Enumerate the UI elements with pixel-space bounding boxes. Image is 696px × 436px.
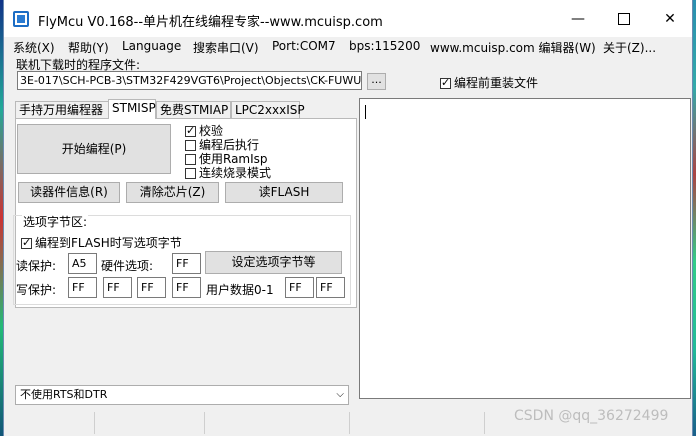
write-option-label: 编程到FLASH时写选项字节 xyxy=(35,236,182,250)
menu-port[interactable]: Port:COM7 xyxy=(272,39,336,53)
menu-system[interactable]: 系统(X) xyxy=(13,39,55,56)
window-title: FlyMcu V0.168--单片机在线编程专家--www.mcuisp.com xyxy=(38,15,383,30)
checkbox-icon xyxy=(185,168,196,179)
menu-bar: 系统(X) 帮助(Y) Language 搜索串口(V) Port:COM7 b… xyxy=(4,37,692,57)
write-protect-field[interactable]: FF xyxy=(137,277,166,298)
maximize-button[interactable] xyxy=(601,6,647,32)
read-device-info-button[interactable]: 读器件信息(R) xyxy=(18,182,120,203)
hw-option-label: 硬件选项: xyxy=(101,259,154,273)
write-protect-field[interactable]: FF xyxy=(68,277,97,298)
file-path-field[interactable]: 3E-017\SCH-PCB-3\STM32F429VGT6\Project\O… xyxy=(17,71,362,90)
flymcu-window: FlyMcu V0.168--单片机在线编程专家--www.mcuisp.com… xyxy=(3,0,693,436)
write-protect-label: 写保护: xyxy=(16,283,57,297)
menu-help[interactable]: 帮助(Y) xyxy=(68,39,109,56)
user-data-field[interactable]: FF xyxy=(316,277,345,298)
menu-language[interactable]: Language xyxy=(122,39,181,53)
user-data-label: 用户数据0-1 xyxy=(206,283,274,297)
read-protect-field[interactable]: A5 xyxy=(68,253,97,274)
erase-chip-button[interactable]: 清除芯片(Z) xyxy=(126,182,219,203)
rts-dtr-value: 不使用RTS和DTR xyxy=(20,388,108,401)
option-label: 连续烧录模式 xyxy=(199,166,272,180)
watermark: CSDN @qq_36272499 xyxy=(514,408,669,424)
browse-button[interactable]: ... xyxy=(367,73,386,90)
reload-label: 编程前重装文件 xyxy=(454,76,539,90)
write-option-bytes-checkbox[interactable]: 编程到FLASH时写选项字节 xyxy=(21,234,182,251)
minimize-button[interactable]: — xyxy=(555,6,601,32)
tab-handheld-programmer[interactable]: 手持万用编程器 xyxy=(15,101,109,118)
maximize-icon xyxy=(618,13,630,25)
chevron-down-icon: ⌵ xyxy=(336,389,344,400)
option-continuous-burn[interactable]: 连续烧录模式 xyxy=(185,164,271,181)
menu-bps[interactable]: bps:115200 xyxy=(349,39,420,53)
tab-stmisp[interactable]: STMISP xyxy=(108,99,156,119)
checkbox-icon xyxy=(440,76,451,90)
read-protect-label: 读保护: xyxy=(16,259,57,273)
status-separator xyxy=(484,412,485,434)
text-caret xyxy=(365,105,366,119)
menu-search-port[interactable]: 搜索串口(V) xyxy=(193,39,259,56)
title-bar: FlyMcu V0.168--单片机在线编程专家--www.mcuisp.com… xyxy=(4,0,692,38)
close-button[interactable]: ✕ xyxy=(647,6,693,32)
hw-option-field[interactable]: FF xyxy=(172,253,201,274)
menu-editor[interactable]: www.mcuisp.com 编辑器(W) xyxy=(430,39,596,56)
app-icon xyxy=(13,11,29,27)
option-bytes-title: 选项字节区: xyxy=(22,213,89,230)
tab-lpc2xxxisp[interactable]: LPC2xxxISP xyxy=(231,101,305,118)
menu-about[interactable]: 关于(Z)... xyxy=(603,39,656,56)
read-flash-button[interactable]: 读FLASH xyxy=(225,182,343,203)
reload-before-program-checkbox[interactable]: 编程前重装文件 xyxy=(440,74,538,91)
tab-free-stmiap[interactable]: 免费STMIAP xyxy=(156,101,231,118)
set-option-bytes-button[interactable]: 设定选项字节等 xyxy=(205,251,342,274)
rts-dtr-select[interactable]: 不使用RTS和DTR ⌵ xyxy=(15,385,349,405)
write-protect-field[interactable]: FF xyxy=(103,277,132,298)
user-data-field[interactable]: FF xyxy=(285,277,314,298)
output-log[interactable] xyxy=(359,98,691,399)
start-programming-button[interactable]: 开始编程(P) xyxy=(17,124,171,174)
status-separator xyxy=(94,412,95,434)
status-separator xyxy=(204,412,205,434)
write-protect-field[interactable]: FF xyxy=(172,277,201,298)
status-separator xyxy=(349,412,350,434)
checkbox-icon xyxy=(21,236,32,250)
